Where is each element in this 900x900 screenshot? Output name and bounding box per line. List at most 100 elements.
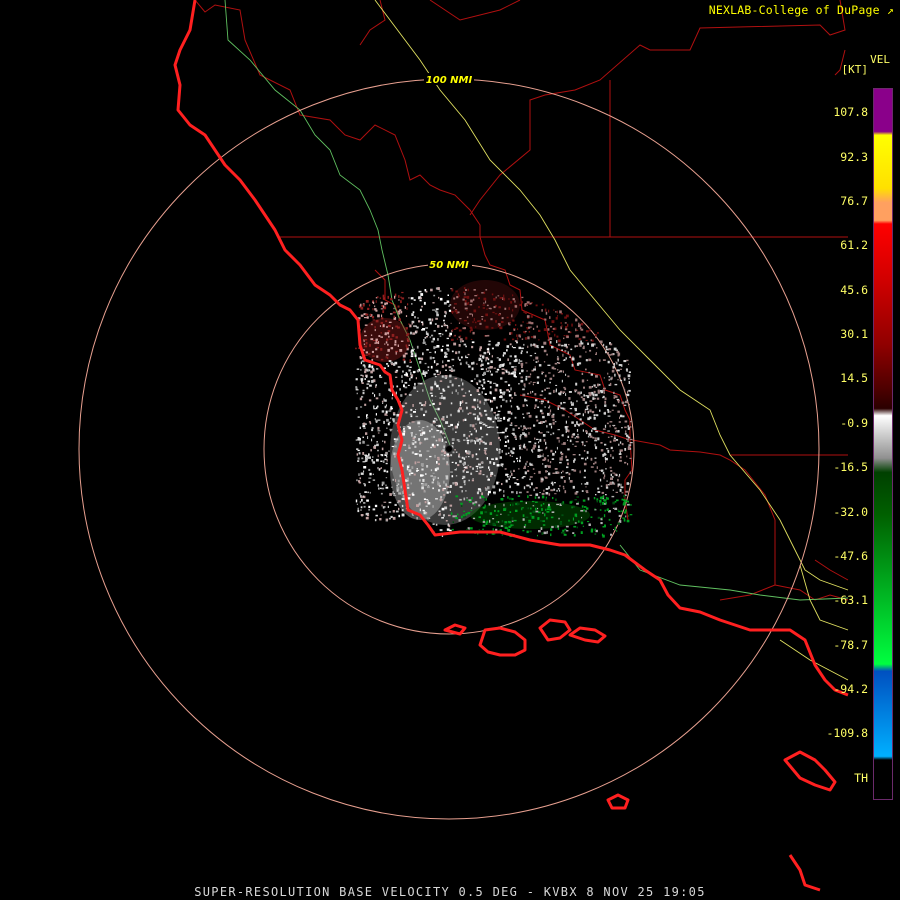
echo-pixel [589,409,592,413]
echo-pixel [586,481,589,485]
echo-pixel [481,363,484,366]
echo-pixel [549,316,551,319]
echo-pixel [521,338,524,340]
echo-pixel [387,330,391,333]
echo-pixel [372,473,374,475]
echo-pixel [607,372,609,375]
echo-pixel [554,525,558,529]
echo-pixel [502,354,505,357]
echo-pixel [444,376,447,379]
echo-pixel [555,384,558,386]
echo-pixel [578,324,581,328]
echo-pixel [456,296,459,299]
echo-pixel [376,368,379,370]
echo-pixel [548,503,550,507]
echo-pixel [471,345,474,349]
echo-pixel [355,347,357,350]
echo-pixel [508,447,510,450]
echo-pixel [628,381,630,384]
echo-pixel [629,442,633,444]
echo-pixel [572,433,576,436]
echo-pixel [537,406,540,409]
radar-site-marker [445,445,453,453]
echo-pixel [478,448,481,451]
echo-pixel [370,370,373,374]
echo-pixel [442,389,446,392]
echo-pixel [384,399,387,402]
echo-pixel [367,380,371,383]
echo-pixel [467,456,470,458]
echo-pixel [486,533,488,535]
echo-pixel [425,331,428,333]
echo-pixel [425,473,427,475]
echo-pixel [445,324,448,326]
echo-pixel [458,350,461,354]
echo-pixel [602,359,606,361]
echo-pixel [444,506,448,510]
echo-pixel [549,341,552,344]
echo-pixel [461,456,464,459]
echo-pixel [436,467,439,470]
echo-pixel [585,430,588,433]
echo-pixel [448,514,451,517]
echo-pixel [456,338,459,340]
echo-pixel [629,457,632,459]
echo-pixel [588,433,592,436]
echo-pixel [381,314,383,318]
echo-pixel [574,414,576,418]
echo-pixel [493,492,496,495]
echo-pixel [439,335,442,337]
echo-pixel [585,368,587,371]
echo-pixel [449,504,453,507]
echo-pixel [367,456,369,458]
echo-pixel [453,342,457,346]
echo-pixel [611,409,614,411]
echo-pixel [404,352,408,355]
echo-pixel [442,360,444,364]
echo-pixel [564,388,567,391]
echo-pixel [535,507,537,511]
echo-pixel [416,504,419,507]
echo-pixel [554,362,558,365]
echo-pixel [535,415,538,419]
echo-pixel [621,492,624,494]
echo-pixel [515,509,518,512]
echo-pixel [530,482,533,486]
legend-tick: -78.7 [833,638,868,652]
echo-pixel [464,302,467,306]
echo-pixel [446,491,449,494]
echo-pixel [616,398,619,400]
echo-pixel [565,420,567,424]
echo-pixel [526,484,530,487]
echo-pixel [617,483,620,486]
echo-pixel [550,528,553,531]
echo-pixel [408,469,412,473]
echo-pixel [431,399,433,402]
echo-pixel [557,527,560,530]
echo-pixel [542,520,545,522]
echo-pixel [482,307,485,309]
echo-pixel [428,318,431,321]
echo-pixel [541,508,543,511]
echo-pixel [466,295,470,299]
echo-pixel [465,336,468,340]
echo-pixel [541,495,545,499]
echo-pixel [625,400,628,404]
echo-pixel [522,518,525,521]
echo-pixel [602,397,604,399]
echo-pixel [586,379,589,381]
echo-pixel [505,441,507,443]
echo-pixel [451,475,454,478]
echo-pixel [436,369,439,373]
echo-pixel [363,422,366,426]
echo-pixel [523,525,526,529]
echo-pixel [486,304,489,307]
echo-pixel [476,491,479,495]
echo-pixel [439,297,443,301]
echo-pixel [606,480,608,482]
echo-pixel [382,305,385,308]
echo-pixel [537,347,539,349]
echo-pixel [366,512,369,514]
echo-pixel [512,294,514,297]
echo-pixel [488,468,491,471]
